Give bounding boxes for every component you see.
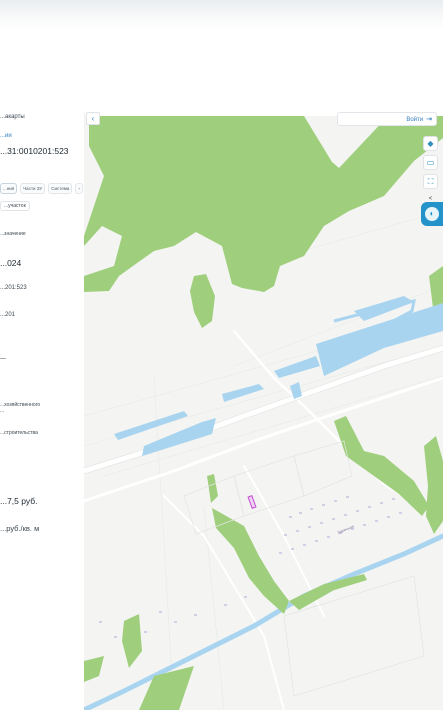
fullscreen-icon: ⛶ <box>427 177 434 186</box>
chevron-left-icon: ‹ <box>91 114 95 123</box>
info-panel: ...акарты ...ии ...31:0010201:523 ...ния… <box>0 112 85 710</box>
layers-button[interactable]: ▭ <box>423 155 438 170</box>
top-bar <box>0 0 443 116</box>
short-value: ...201 <box>0 312 16 318</box>
cadastral-price: ...7,5 руб. <box>0 496 38 506</box>
year-value: ...024 <box>0 258 22 268</box>
usage-line-1: ...хозяйственного <box>0 402 41 408</box>
forest-patch-small <box>190 274 215 328</box>
street-label: Заречная <box>337 524 355 535</box>
map-canvas[interactable]: Заречная <box>84 116 443 710</box>
tab-info[interactable]: ...ния <box>0 183 18 194</box>
type-chip: ...участок <box>0 201 30 211</box>
tab-parts[interactable]: Части ЗУ <box>20 183 46 194</box>
fullscreen-button[interactable]: ⛶ <box>423 174 438 189</box>
purpose-label: ...значение <box>0 231 26 237</box>
usage-line-3: ...строительства <box>0 430 38 436</box>
assistant-button[interactable]: ◐ <box>421 202 443 226</box>
back-button[interactable]: ‹ <box>86 112 100 125</box>
cad-number-label: ...ии <box>0 133 12 139</box>
login-arrow-icon: ⇥ <box>426 116 432 123</box>
login-label: Войти <box>406 117 424 123</box>
tab-system[interactable]: Система <box>48 183 73 194</box>
panel-header: ...акарты <box>0 114 25 120</box>
tab-more[interactable]: › <box>75 183 83 194</box>
location-icon: ◆ <box>427 139 434 148</box>
layers-icon: ▭ <box>426 158 435 167</box>
usage-line-2: ... <box>0 408 5 414</box>
cad-quarter-value: ...201:523 <box>0 285 27 291</box>
forest-area-north <box>84 116 443 292</box>
login-button[interactable]: Войти ⇥ <box>337 112 437 126</box>
cad-number: ...31:0010201:523 <box>0 146 69 156</box>
assistant-icon: ◐ <box>425 207 439 221</box>
price-per-sqm: ...руб./кв. м <box>0 524 40 533</box>
panel-tabs: ...ния Части ЗУ Система › <box>0 183 83 194</box>
dash-value: — <box>0 356 6 362</box>
selected-parcel[interactable] <box>247 495 257 509</box>
forest-belts-south <box>84 416 443 710</box>
map-svg: Заречная <box>84 116 443 710</box>
location-button[interactable]: ◆ <box>423 136 438 151</box>
